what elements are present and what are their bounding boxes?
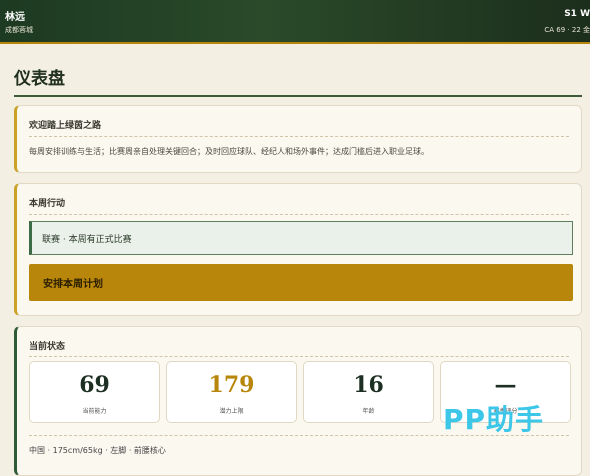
week-actions-title: 本周行动 — [29, 199, 66, 209]
top-bar: 林远 成都蓉城 S1 W CA 69 · 22 金 — [0, 0, 590, 44]
stat-current-ability: 69 当前能力 — [29, 361, 160, 423]
week-actions-card: 本周行动 联赛 · 本周有正式比赛 安排本周计划 — [14, 183, 582, 316]
title-divider — [14, 95, 582, 97]
season-week: S1 W — [564, 9, 590, 19]
page-title: 仪表盘 — [14, 69, 65, 89]
ca-date: CA 69 · 22 金 — [544, 26, 590, 34]
stat-age: 16 年龄 — [303, 361, 434, 423]
stat-label: 当前能力 — [82, 408, 107, 415]
player-bio: 中国 · 175cm/65kg · 左脚 · 前腰核心 — [29, 446, 166, 455]
status-title: 当前状态 — [29, 342, 66, 352]
stat-value: 179 — [208, 372, 255, 398]
stat-value: 16 — [353, 372, 384, 398]
welcome-card: 欢迎踏上绿茵之路 每周安排训练与生活；比赛周亲自处理关键回合；及时回应球队、经纪… — [14, 105, 582, 173]
club-name: 成都蓉城 — [5, 26, 33, 34]
welcome-divider — [29, 136, 569, 137]
stat-label: 年龄 — [362, 408, 375, 415]
welcome-title: 欢迎踏上绿茵之路 — [29, 121, 102, 131]
plan-week-button[interactable]: 安排本周计划 — [29, 264, 573, 301]
week-actions-divider — [29, 214, 569, 215]
player-name: 林远 — [5, 12, 25, 23]
stat-potential: 179 潜力上限 — [166, 361, 297, 423]
stat-value: 69 — [79, 372, 110, 398]
watermark-logo: PP助手 — [443, 403, 545, 436]
stat-value: — — [494, 372, 517, 398]
stat-label: 潜力上限 — [219, 408, 244, 415]
welcome-text: 每周安排训练与生活；比赛周亲自处理关键回合；及时回应球队、经纪人和场外事件；达成… — [29, 147, 429, 156]
league-notice: 联赛 · 本周有正式比赛 — [29, 221, 573, 255]
status-divider — [29, 356, 569, 357]
